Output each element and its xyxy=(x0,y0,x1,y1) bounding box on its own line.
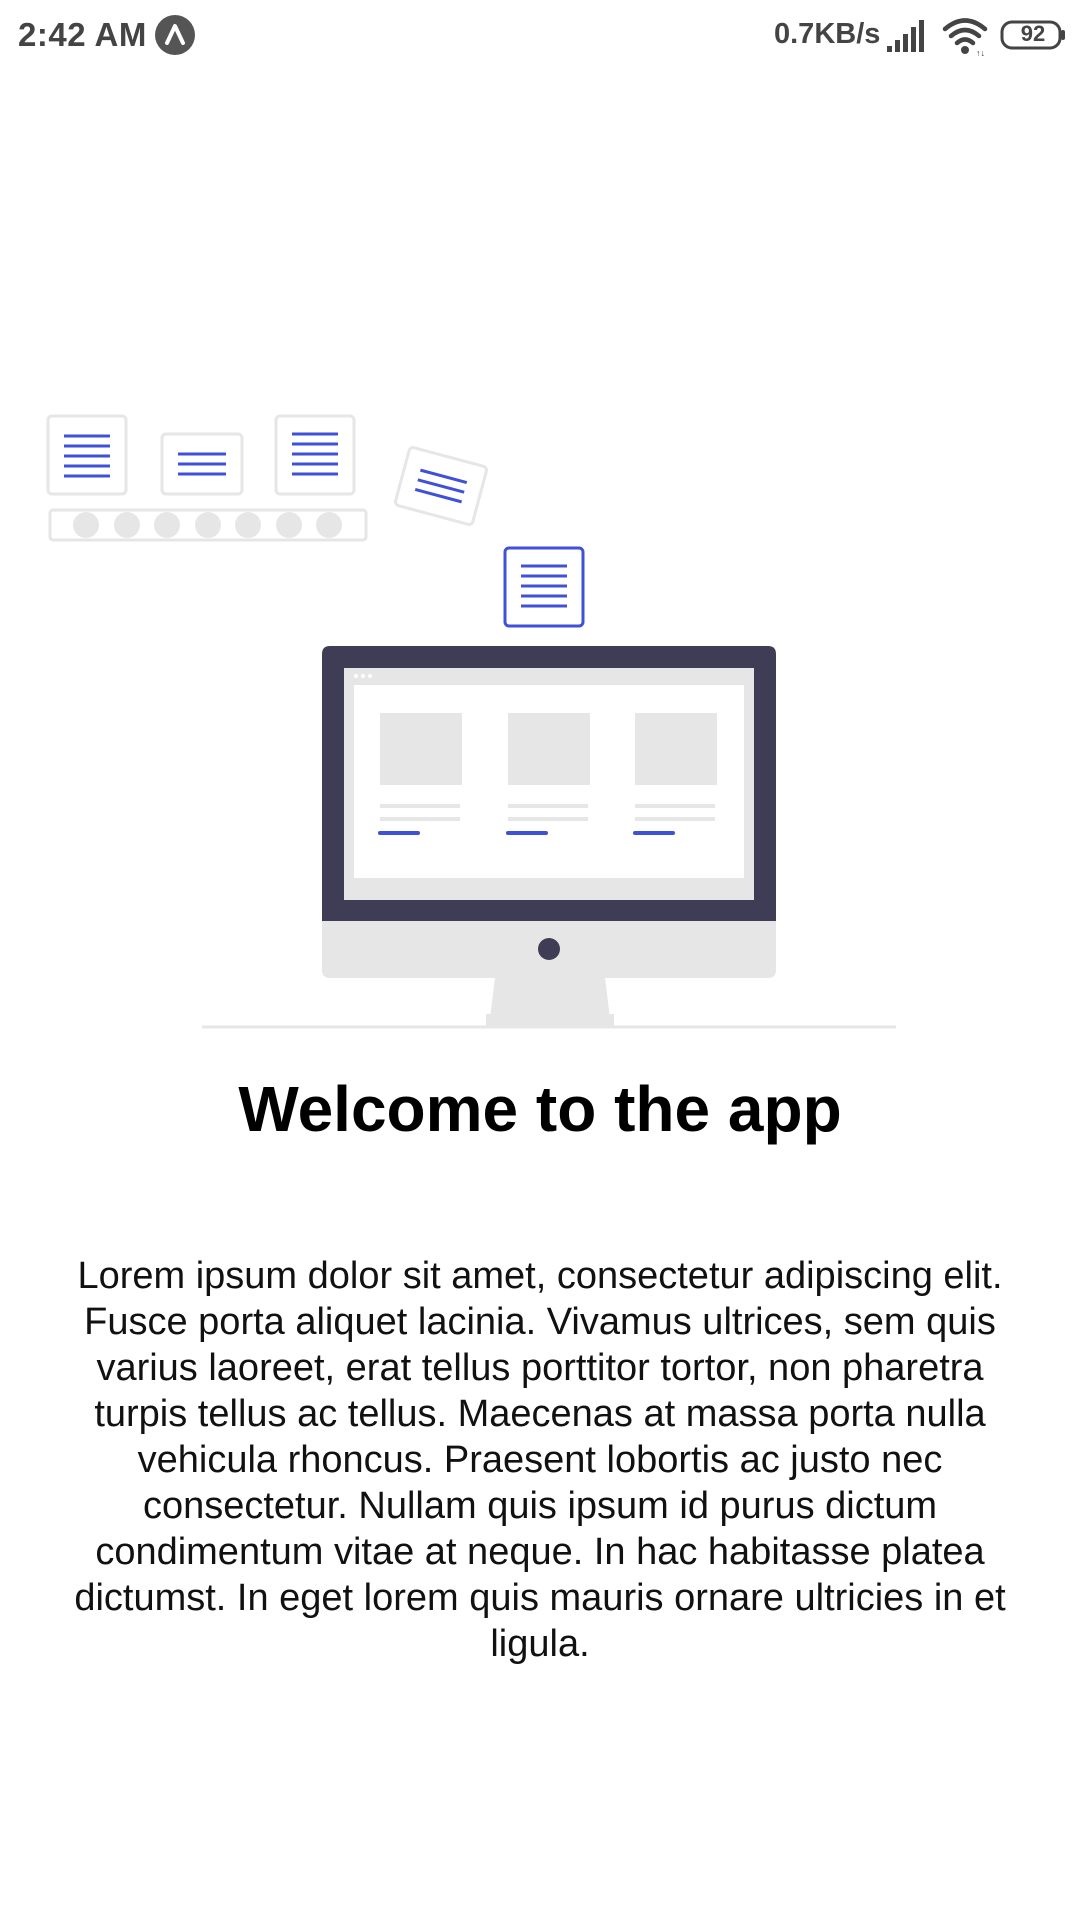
signal-icon xyxy=(887,20,924,52)
computer-with-documents-illustration xyxy=(46,414,896,1029)
wifi-icon: ↑↓ xyxy=(942,18,988,56)
welcome-title: Welcome to the app xyxy=(238,1073,842,1145)
monitor-graphic xyxy=(322,646,776,1026)
welcome-description: Lorem ipsum dolor sit amet, consectetur … xyxy=(74,1255,1006,1665)
network-speed: 0.7KB/s xyxy=(774,18,881,50)
battery-level: 92 xyxy=(1020,21,1046,46)
status-bar: 2:42 AM 0.7KB/s ↑↓ 92 xyxy=(0,0,1080,72)
app-notification-icon xyxy=(155,15,195,55)
flying-document-graphic xyxy=(393,446,489,526)
status-time: 2:42 AM xyxy=(18,16,147,53)
welcome-screen: 2:42 AM 0.7KB/s ↑↓ 92 Welcome to the app… xyxy=(0,0,1080,1920)
incoming-document-graphic xyxy=(503,546,585,628)
document-tray-graphic xyxy=(46,414,368,542)
svg-text:↑↓: ↑↓ xyxy=(976,48,985,56)
